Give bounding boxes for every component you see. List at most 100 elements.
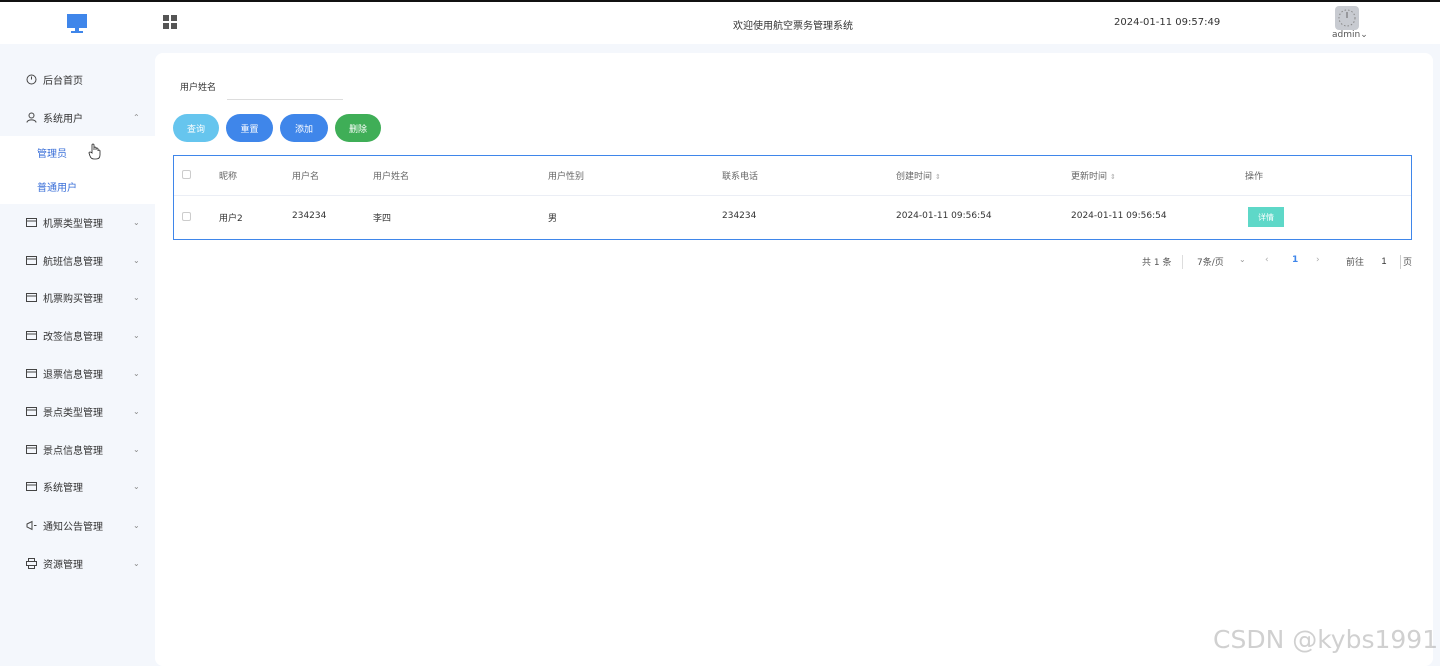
sidebar-item-label: 系统管理 bbox=[43, 482, 83, 494]
sidebar-item-label: 景点类型管理 bbox=[43, 407, 103, 419]
sidebar-item-system-users[interactable]: 系统用户 ⌃ bbox=[0, 105, 155, 129]
sidebar-subitem-label: 管理员 bbox=[37, 148, 67, 160]
folder-icon bbox=[26, 368, 37, 378]
folder-icon bbox=[26, 330, 37, 340]
page-unit-label: 页 bbox=[1400, 255, 1412, 269]
top-header: 欢迎使用航空票务管理系统 2024-01-11 09:57:49 admin⌄ bbox=[0, 0, 1440, 44]
sidebar-item-label: 航班信息管理 bbox=[43, 256, 103, 268]
watermark: CSDN @kybs1991 bbox=[1213, 625, 1439, 654]
prev-page-button[interactable]: ‹ bbox=[1265, 255, 1269, 269]
content-card bbox=[155, 53, 1433, 666]
table-row: 用户2 234234 李四 男 234234 2024-01-11 09:56:… bbox=[174, 196, 1411, 239]
reset-button[interactable]: 重置 bbox=[226, 114, 273, 142]
clock-icon bbox=[26, 74, 37, 84]
folder-icon bbox=[26, 255, 37, 265]
cell-gender: 男 bbox=[548, 214, 558, 224]
sort-icon[interactable]: ⇕ bbox=[1110, 173, 1116, 181]
sidebar-item-label: 机票类型管理 bbox=[43, 218, 103, 230]
sidebar-item-rebooking[interactable]: 改签信息管理 ⌄ bbox=[0, 323, 155, 347]
chevron-down-icon: ⌄ bbox=[133, 444, 140, 454]
current-datetime: 2024-01-11 09:57:49 bbox=[1114, 17, 1221, 28]
sidebar-item-label: 机票购买管理 bbox=[43, 293, 103, 305]
chevron-down-icon: ⌄ bbox=[133, 558, 140, 568]
user-icon bbox=[26, 112, 37, 123]
cell-username: 234234 bbox=[292, 211, 327, 221]
sidebar-item-system-admin[interactable]: 系统管理 ⌄ bbox=[0, 474, 155, 498]
user-dropdown[interactable]: admin⌄ bbox=[1332, 30, 1368, 40]
sidebar-item-ticket-type[interactable]: 机票类型管理 ⌄ bbox=[0, 210, 155, 234]
pagination-total: 共 1 条 bbox=[1142, 258, 1172, 268]
folder-icon bbox=[26, 217, 37, 227]
sidebar-item-label: 系统用户 bbox=[43, 113, 83, 125]
column-header-created-label: 创建时间 bbox=[896, 172, 933, 182]
sidebar-item-label: 后台首页 bbox=[43, 75, 83, 87]
chevron-down-icon: ⌄ bbox=[133, 292, 140, 302]
chevron-down-icon: ⌄ bbox=[133, 368, 140, 378]
sidebar-item-label: 退票信息管理 bbox=[43, 369, 103, 381]
folder-icon bbox=[26, 406, 37, 416]
monitor-icon[interactable] bbox=[66, 12, 88, 34]
table-header-row: 昵称 用户名 用户姓名 用户性别 联系电话 创建时间 ⇕ 更新时间 ⇕ 操作 bbox=[174, 156, 1411, 196]
folder-icon bbox=[26, 444, 37, 454]
page-size-select[interactable]: 7条/页 ⌄ bbox=[1182, 255, 1246, 269]
sidebar-subitem-admin[interactable]: 管理员 bbox=[0, 140, 155, 164]
sidebar-subitem-normal-user[interactable]: 普通用户 bbox=[0, 174, 155, 198]
select-all-checkbox[interactable] bbox=[182, 170, 191, 179]
users-table: 昵称 用户名 用户姓名 用户性别 联系电话 创建时间 ⇕ 更新时间 ⇕ 操作 用户2… bbox=[173, 155, 1412, 240]
sidebar-item-attraction-type[interactable]: 景点类型管理 ⌄ bbox=[0, 399, 155, 423]
add-button[interactable]: 添加 bbox=[280, 114, 328, 142]
detail-button[interactable]: 详情 bbox=[1248, 207, 1284, 227]
delete-button[interactable]: 删除 bbox=[335, 114, 381, 142]
sidebar-item-notice[interactable]: 通知公告管理 ⌄ bbox=[0, 513, 155, 537]
column-header-username: 用户名 bbox=[292, 172, 320, 182]
cell-created: 2024-01-11 09:56:54 bbox=[896, 211, 992, 221]
cell-realname: 李四 bbox=[373, 214, 392, 224]
chevron-down-icon: ⌄ bbox=[133, 406, 140, 416]
next-page-button[interactable]: › bbox=[1316, 255, 1320, 269]
sidebar-item-label: 资源管理 bbox=[43, 559, 83, 571]
column-header-updated-label: 更新时间 bbox=[1071, 172, 1108, 182]
hand-cursor-icon bbox=[88, 143, 101, 160]
chevron-down-icon: ⌄ bbox=[1360, 30, 1368, 40]
avatar[interactable] bbox=[1335, 6, 1359, 30]
chevron-up-icon: ⌃ bbox=[133, 112, 140, 122]
chevron-down-icon: ⌄ bbox=[133, 481, 140, 491]
cell-phone: 234234 bbox=[722, 211, 757, 221]
cell-updated: 2024-01-11 09:56:54 bbox=[1071, 211, 1167, 221]
column-header-updated[interactable]: 更新时间 ⇕ bbox=[1071, 169, 1116, 182]
column-header-gender: 用户性别 bbox=[548, 172, 585, 182]
chevron-down-icon: ⌄ bbox=[133, 520, 140, 530]
sidebar-item-refund[interactable]: 退票信息管理 ⌄ bbox=[0, 361, 155, 385]
sidebar-item-attraction-info[interactable]: 景点信息管理 ⌄ bbox=[0, 437, 155, 461]
sidebar-item-label: 改签信息管理 bbox=[43, 331, 103, 343]
query-button[interactable]: 查询 bbox=[173, 114, 219, 142]
goto-page-input[interactable] bbox=[1372, 252, 1396, 270]
page-number-1[interactable]: 1 bbox=[1292, 255, 1298, 269]
goto-label: 前往 bbox=[1346, 258, 1365, 268]
folder-icon bbox=[26, 292, 37, 302]
sidebar-subitem-label: 普通用户 bbox=[37, 182, 77, 194]
row-checkbox[interactable] bbox=[182, 212, 191, 221]
cell-nickname: 用户2 bbox=[219, 214, 243, 224]
welcome-text: 欢迎使用航空票务管理系统 bbox=[733, 21, 853, 32]
sidebar-item-flight-info[interactable]: 航班信息管理 ⌄ bbox=[0, 248, 155, 272]
column-header-actions: 操作 bbox=[1245, 172, 1264, 182]
chevron-down-icon: ⌄ bbox=[1239, 255, 1246, 264]
sidebar-item-label: 景点信息管理 bbox=[43, 445, 103, 457]
sidebar-item-resources[interactable]: 资源管理 ⌄ bbox=[0, 551, 155, 575]
page-size-value: 7条/页 bbox=[1197, 258, 1224, 268]
chevron-down-icon: ⌄ bbox=[133, 330, 140, 340]
grid-menu-icon[interactable] bbox=[163, 15, 178, 30]
search-label: 用户姓名 bbox=[180, 83, 217, 93]
sidebar-item-label: 通知公告管理 bbox=[43, 521, 103, 533]
name-search-input[interactable] bbox=[227, 72, 343, 100]
sidebar-item-ticket-purchase[interactable]: 机票购买管理 ⌄ bbox=[0, 285, 155, 309]
column-header-realname: 用户姓名 bbox=[373, 172, 410, 182]
column-header-phone: 联系电话 bbox=[722, 172, 759, 182]
sidebar-item-home[interactable]: 后台首页 bbox=[0, 67, 155, 91]
sidebar: 后台首页 系统用户 ⌃ 管理员 普通用户 机票类型管理 ⌄ 航班信息管理 ⌄ 机… bbox=[0, 44, 155, 666]
sort-icon[interactable]: ⇕ bbox=[935, 173, 941, 181]
column-header-created[interactable]: 创建时间 ⇕ bbox=[896, 169, 941, 182]
chevron-down-icon: ⌄ bbox=[133, 217, 140, 227]
folder-icon bbox=[26, 481, 37, 491]
